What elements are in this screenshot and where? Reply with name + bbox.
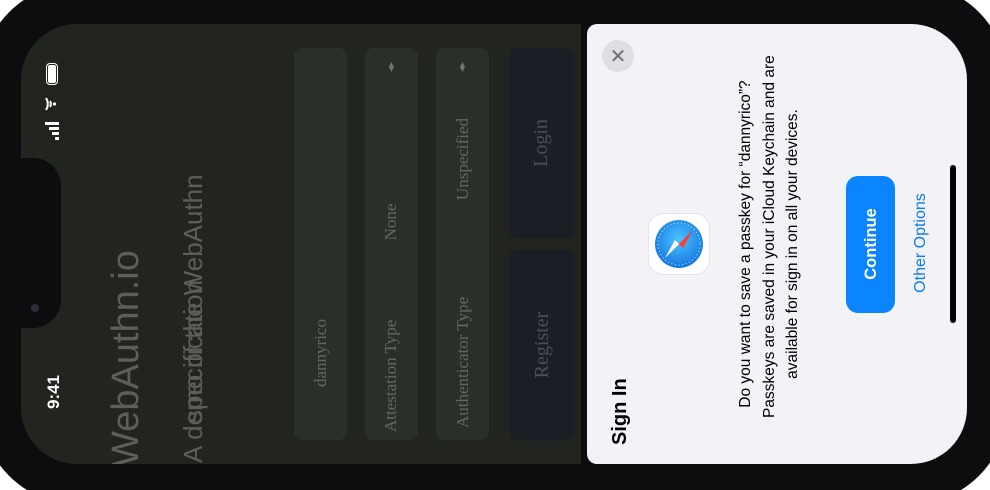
sheet-message-line3: available for sign in on all your device… bbox=[784, 109, 801, 379]
safari-app-icon bbox=[649, 214, 709, 274]
camera-icon bbox=[31, 304, 39, 312]
status-time: 9:41 bbox=[44, 374, 63, 410]
webpage-background: WebAuthn.io A demo of the WebAuthn speci… bbox=[21, 24, 581, 467]
home-indicator bbox=[950, 165, 956, 323]
continue-label: Continue bbox=[862, 208, 880, 280]
sheet-message-line1: Do you want to save a passkey for “danny… bbox=[737, 80, 754, 408]
dimming-overlay bbox=[21, 24, 581, 464]
power-button bbox=[296, 0, 412, 4]
wifi-icon bbox=[45, 96, 59, 112]
battery-icon bbox=[46, 63, 58, 85]
volume-up-button bbox=[270, 484, 336, 489]
close-button[interactable]: ✕ bbox=[602, 40, 634, 72]
close-icon: ✕ bbox=[609, 45, 627, 68]
camera-notch bbox=[21, 158, 61, 328]
silent-switch bbox=[202, 484, 236, 489]
volume-down-button bbox=[366, 484, 432, 489]
sheet-message-line2: Passkeys are saved in your iCloud Keycha… bbox=[761, 55, 778, 418]
signal-icon bbox=[45, 122, 59, 140]
compass-icon bbox=[655, 220, 703, 268]
sheet-title: Sign In bbox=[609, 378, 631, 445]
other-options-link[interactable]: Other Options bbox=[910, 188, 932, 298]
